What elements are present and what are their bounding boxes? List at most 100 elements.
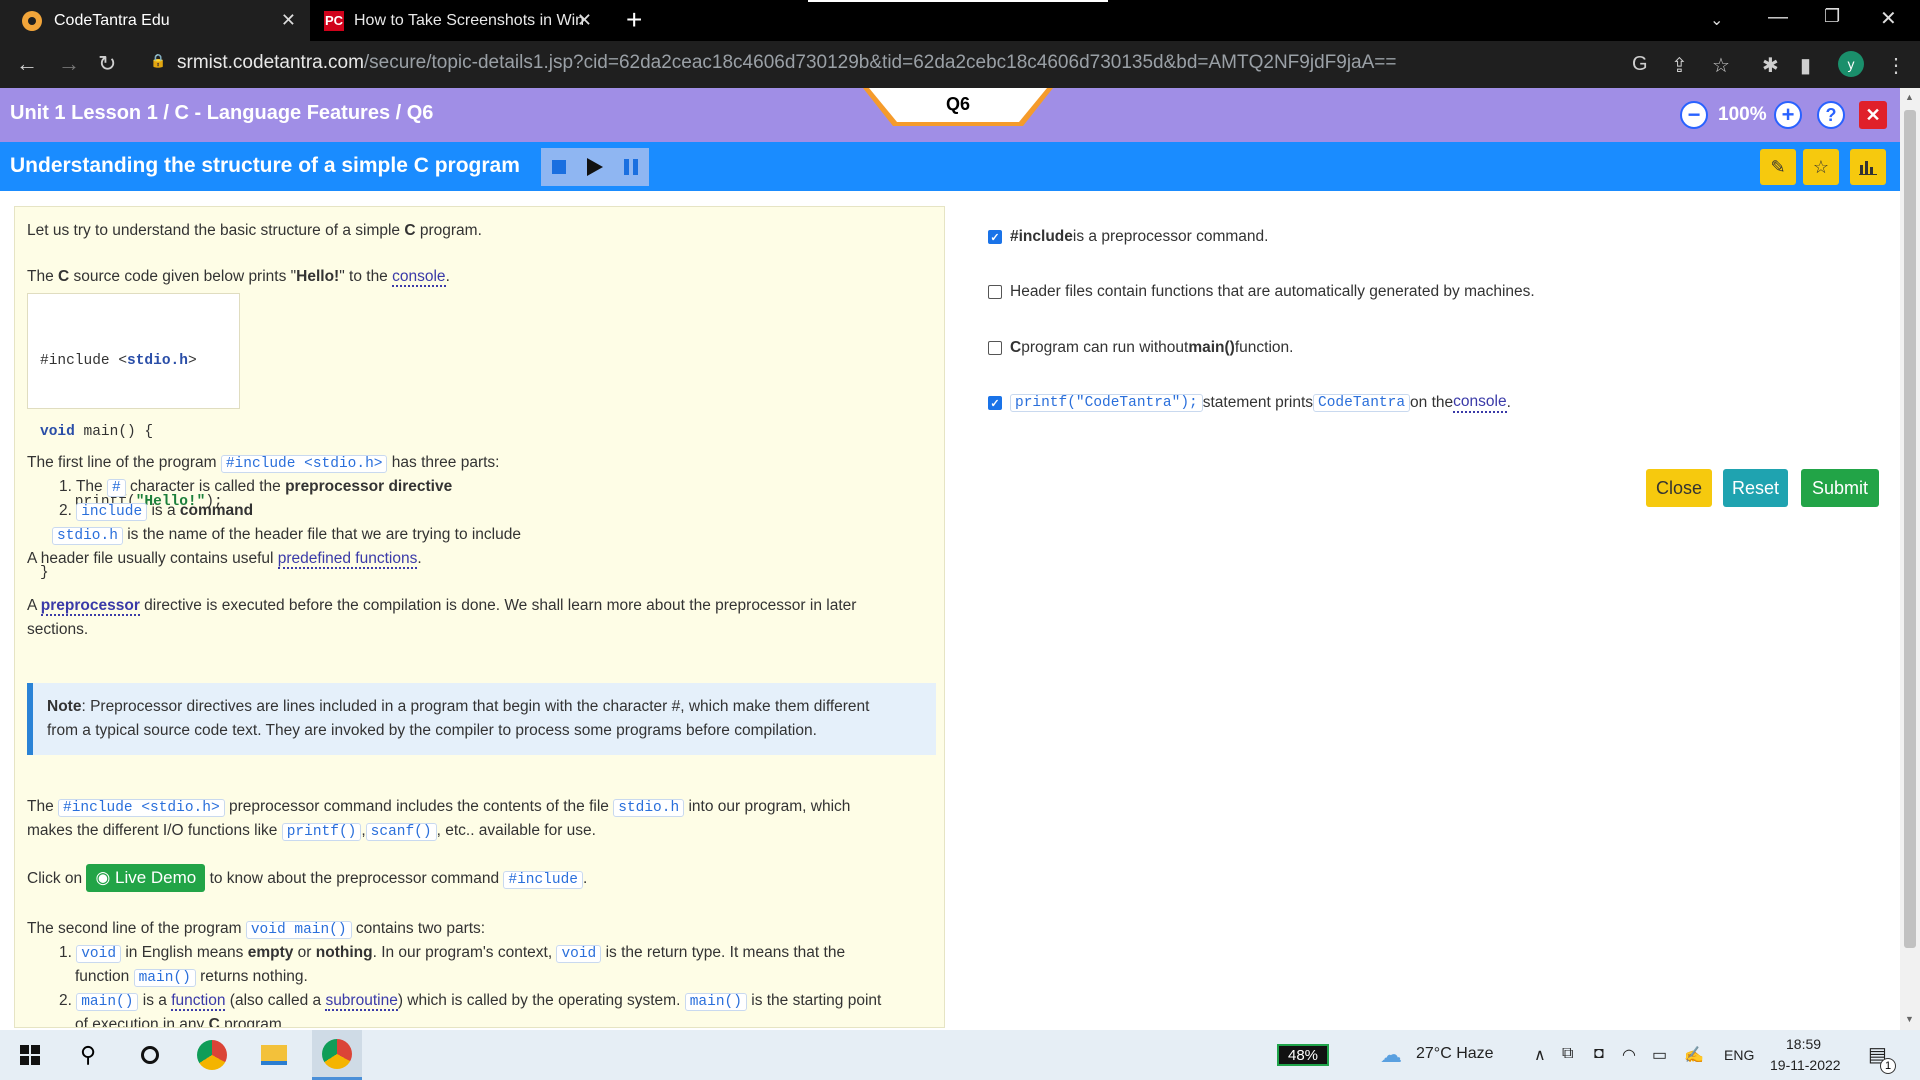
pause-icon bbox=[624, 159, 638, 175]
window-close-icon[interactable]: ✕ bbox=[1880, 6, 1897, 31]
scroll-down-icon[interactable]: ▼ bbox=[1905, 1014, 1914, 1024]
eye-icon: ◉ bbox=[95, 868, 115, 887]
extensions-icon[interactable]: ✱ bbox=[1762, 53, 1779, 78]
zoom-out-button[interactable]: − bbox=[1680, 101, 1708, 129]
network-icon[interactable]: ⧉ bbox=[1562, 1045, 1573, 1063]
edit-button[interactable]: ✎ bbox=[1760, 149, 1796, 185]
stop-button[interactable] bbox=[541, 148, 577, 186]
codetantra-favicon-icon bbox=[22, 10, 42, 31]
play-icon bbox=[587, 158, 603, 176]
preprocessor-text-cont: sections. bbox=[27, 621, 89, 638]
close-button[interactable]: Close bbox=[1646, 469, 1712, 507]
menu-kebab-icon[interactable]: ⋮ bbox=[1886, 53, 1906, 78]
meet-icon[interactable]: ◘ bbox=[1594, 1045, 1604, 1063]
submit-button[interactable]: Submit bbox=[1801, 469, 1879, 507]
show-hidden-icons[interactable]: ∧ bbox=[1534, 1045, 1546, 1065]
code-block: #include <stdio.h> void main() { printf(… bbox=[27, 293, 240, 581]
scroll-up-icon[interactable]: ▲ bbox=[1905, 92, 1914, 102]
pc-favicon-icon: PC bbox=[324, 10, 344, 31]
list-item: 2. include is a command bbox=[59, 502, 254, 521]
option-1[interactable]: ✓ #include is a preprocessor command. bbox=[988, 228, 1268, 246]
list-item: stdio.h is the name of the header file t… bbox=[52, 523, 521, 548]
battery-indicator[interactable]: 48% bbox=[1277, 1044, 1329, 1066]
language-indicator[interactable]: ENG bbox=[1724, 1047, 1754, 1063]
pause-button[interactable] bbox=[613, 148, 649, 186]
bookmark-star-icon[interactable]: ☆ bbox=[1712, 53, 1730, 78]
tab-drag-indicator bbox=[808, 0, 1108, 2]
zoom-in-button[interactable]: + bbox=[1774, 101, 1802, 129]
google-icon[interactable]: G bbox=[1632, 53, 1648, 76]
list-item: 2. main() is a function (also called a s… bbox=[59, 992, 882, 1011]
option-3-checkbox[interactable] bbox=[988, 341, 1002, 355]
url-field[interactable]: srmist.codetantra.com/secure/topic-detai… bbox=[177, 52, 1396, 74]
weather-icon[interactable]: ☁ bbox=[1380, 1042, 1402, 1068]
console-link[interactable]: console bbox=[1453, 393, 1507, 413]
pen-icon[interactable]: ✍ bbox=[1684, 1045, 1704, 1065]
option-1-checkbox[interactable]: ✓ bbox=[988, 230, 1002, 244]
note-label: Note bbox=[47, 698, 82, 715]
back-icon[interactable]: ← bbox=[16, 51, 38, 77]
windows-start-icon[interactable] bbox=[8, 1030, 52, 1080]
preprocessor-link[interactable]: preprocessor bbox=[40, 597, 140, 616]
first-line-text: The first line of the program #include <… bbox=[27, 454, 500, 473]
question-tab[interactable]: Q6 bbox=[863, 88, 1053, 128]
console-link[interactable]: console bbox=[392, 268, 446, 287]
favorite-button[interactable]: ☆ bbox=[1803, 149, 1839, 185]
stats-button[interactable] bbox=[1850, 149, 1886, 185]
new-tab-button[interactable]: + bbox=[626, 4, 642, 36]
list-item: 1. void in English means empty or nothin… bbox=[59, 944, 846, 963]
option-3[interactable]: C program can run without main() functio… bbox=[988, 339, 1293, 357]
minimize-icon[interactable]: — bbox=[1768, 6, 1788, 29]
lock-icon[interactable]: 🔒 bbox=[150, 53, 166, 69]
clock-date[interactable]: 19-11-2022 bbox=[1770, 1057, 1841, 1073]
chrome-profile-icon[interactable] bbox=[190, 1030, 234, 1080]
option-2-checkbox[interactable] bbox=[988, 285, 1002, 299]
chrome-active-icon[interactable] bbox=[312, 1030, 362, 1080]
reset-button[interactable]: Reset bbox=[1723, 469, 1788, 507]
lesson-title: Understanding the structure of a simple … bbox=[10, 154, 520, 177]
option-2[interactable]: Header files contain functions that are … bbox=[988, 283, 1535, 301]
wifi-icon[interactable]: ◠ bbox=[1622, 1045, 1636, 1065]
forward-icon[interactable]: → bbox=[58, 51, 80, 77]
exit-button[interactable]: ✕ bbox=[1859, 101, 1887, 129]
side-panel-icon[interactable]: ▮ bbox=[1800, 53, 1811, 78]
lesson-header: Understanding the structure of a simple … bbox=[0, 142, 1900, 191]
browser-tab-screenshots[interactable]: PC How to Take Screenshots in Windo ✕ bbox=[310, 0, 606, 41]
reload-icon[interactable]: ↻ bbox=[98, 51, 116, 77]
live-demo-button[interactable]: ◉ Live Demo bbox=[86, 864, 206, 892]
play-button[interactable] bbox=[577, 148, 613, 186]
clock-time[interactable]: 18:59 bbox=[1786, 1036, 1821, 1052]
browser-tab-codetantra[interactable]: CodeTantra Edu ✕ bbox=[0, 0, 310, 41]
help-button[interactable]: ? bbox=[1817, 101, 1845, 129]
option-4-checkbox[interactable]: ✓ bbox=[988, 396, 1002, 410]
note-callout: Note: Preprocessor directives are lines … bbox=[27, 683, 936, 755]
restore-icon[interactable]: ❐ bbox=[1824, 6, 1840, 27]
search-icon[interactable]: ⚲ bbox=[66, 1030, 110, 1080]
tab-title: How to Take Screenshots in Windo bbox=[354, 11, 584, 29]
breadcrumb: Unit 1 Lesson 1 / C - Language Features … bbox=[10, 102, 434, 124]
question-tab-label: Q6 bbox=[945, 94, 970, 114]
lesson-content-pane[interactable]: Let us try to understand the basic struc… bbox=[14, 206, 945, 1028]
file-explorer-icon[interactable] bbox=[252, 1030, 296, 1080]
function-link[interactable]: function bbox=[171, 992, 226, 1011]
close-tab-icon[interactable]: ✕ bbox=[281, 10, 296, 31]
cortana-icon[interactable] bbox=[128, 1030, 172, 1080]
close-tab-icon[interactable]: ✕ bbox=[577, 10, 592, 31]
scrollbar-thumb[interactable] bbox=[1904, 110, 1916, 948]
intro-text: Let us try to understand the basic struc… bbox=[27, 222, 482, 239]
profile-avatar[interactable]: y bbox=[1838, 51, 1864, 77]
list-item: 1. The # character is called the preproc… bbox=[59, 478, 453, 497]
tab-search-icon[interactable]: ⌄ bbox=[1710, 10, 1723, 30]
browser-address-bar: ← → ↻ 🔒 srmist.codetantra.com/secure/top… bbox=[0, 41, 1920, 88]
battery-icon[interactable]: ▭ bbox=[1652, 1045, 1667, 1065]
option-4[interactable]: ✓ printf("CodeTantra"); statement prints… bbox=[988, 393, 1511, 413]
page-scrollbar[interactable]: ▲ ▼ bbox=[1900, 88, 1920, 1030]
code-line: #include <stdio.h> bbox=[40, 353, 197, 369]
predefined-functions-link[interactable]: predefined functions bbox=[277, 550, 418, 569]
live-demo-text: Click on ◉ Live Demo to know about the p… bbox=[27, 864, 587, 892]
share-icon[interactable]: ⇪ bbox=[1671, 53, 1688, 78]
subroutine-link[interactable]: subroutine bbox=[325, 992, 398, 1011]
weather-text[interactable]: 27°C Haze bbox=[1416, 1045, 1494, 1063]
include-text-cont: makes the different I/O functions like p… bbox=[27, 822, 596, 841]
preprocessor-text: A preprocessor directive is executed bef… bbox=[27, 597, 857, 616]
